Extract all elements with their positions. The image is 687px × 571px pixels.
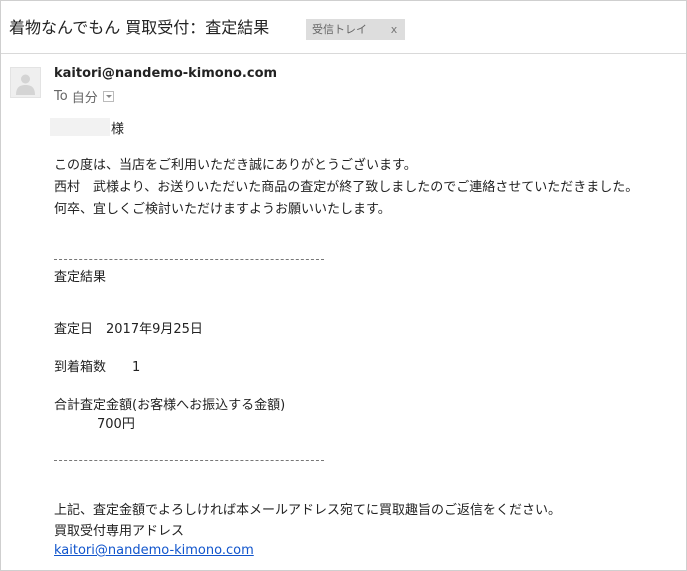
email-view: 着物なんでもん 買取受付：査定結果 受信トレイ x kaitori@nandem…	[0, 0, 687, 571]
inbox-label-chip[interactable]: 受信トレイ x	[306, 19, 405, 40]
sender-email: kaitori@nandemo-kimono.com	[54, 66, 278, 81]
closing-line-2: 買取受付専用アドレス	[54, 524, 185, 539]
sender-avatar	[10, 67, 41, 98]
recipient-line: To 自分	[54, 87, 114, 106]
remove-label-icon[interactable]: x	[383, 19, 405, 40]
reply-address-link[interactable]: kaitori@nandemo-kimono.com	[54, 543, 254, 559]
closing-line-1: 上記、査定金額でよろしければ本メールアドレス宛てに買取趣旨のご返信をください。	[54, 503, 562, 518]
to-label: To	[54, 89, 68, 104]
result-title: 査定結果	[54, 270, 107, 285]
greeting-line-2: 西村 武様より、お送りいただいた商品の査定が終了致しましたのでご連絡させていただ…	[54, 180, 639, 195]
greeting-line-3: 何卒、宜しくご検討いただけますようお願いいたします。	[54, 202, 391, 217]
total-amount-value: 700円	[97, 417, 135, 432]
avatar-person-icon	[16, 74, 35, 95]
email-subject: 着物なんでもん 買取受付：査定結果	[9, 18, 270, 37]
inbox-label-text: 受信トレイ	[312, 23, 367, 36]
appraisal-date: 査定日 2017年9月25日	[54, 322, 203, 337]
separator-bottom	[54, 460, 324, 461]
boxes-received: 到着箱数 1	[54, 360, 141, 375]
total-amount-label: 合計査定金額(お客様へお振込する金額)	[54, 398, 286, 413]
salutation-suffix: 様	[111, 122, 125, 137]
separator-top	[54, 259, 324, 260]
email-header: 着物なんでもん 買取受付：査定結果 受信トレイ x	[1, 1, 686, 54]
greeting-line-1: この度は、当店をご利用いただき誠にありがとうございます。	[54, 158, 417, 173]
show-details-dropdown-icon[interactable]	[102, 91, 114, 102]
redacted-recipient-name	[50, 118, 110, 136]
recipient-name: 自分	[71, 91, 98, 106]
